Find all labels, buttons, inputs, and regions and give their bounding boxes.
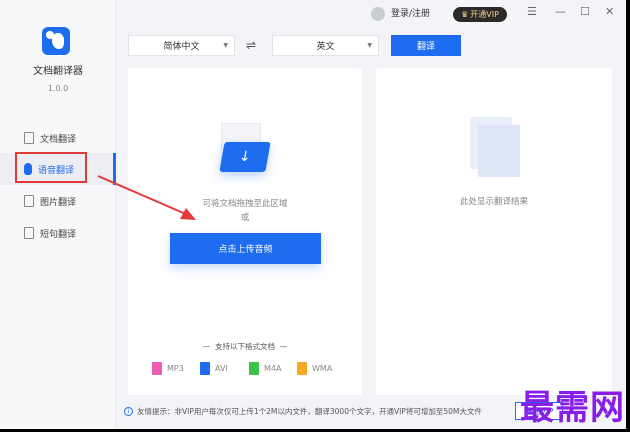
app-window: 文档翻译器 1.0.0 文档翻译 语音翻译 图片翻译 短句翻译 登录/注册 ♛ 开…: [0, 0, 626, 429]
red-arrow-annotation: [97, 175, 196, 220]
watermark: 最需网: [520, 388, 625, 428]
